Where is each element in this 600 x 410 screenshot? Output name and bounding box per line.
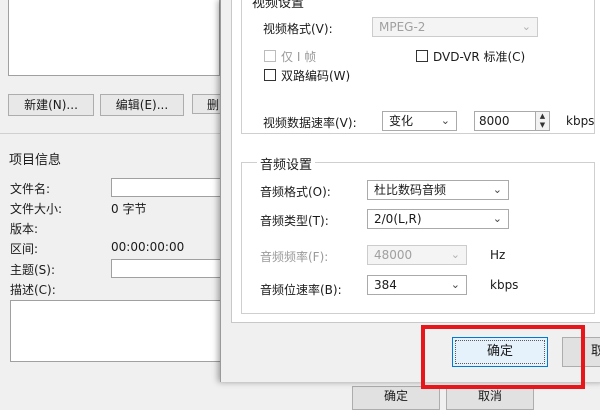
interval-label: 区间: [10, 242, 39, 256]
chevron-down-icon: ⌄ [492, 183, 502, 196]
version-label: 版本: [10, 222, 39, 236]
spin-down-icon[interactable]: ▼ [536, 121, 549, 130]
audio-format-value: 杜比数码音频 [374, 183, 447, 197]
audio-bitrate-select[interactable]: 384 ⌄ [367, 275, 467, 295]
audio-settings-title: 音频设置 [257, 154, 316, 173]
edit-button[interactable]: 编辑(E)... [100, 94, 184, 116]
audio-type-select[interactable]: 2/0(L,R) ⌄ [367, 209, 509, 229]
filesize-label: 文件大小: [10, 202, 63, 216]
video-format-select[interactable]: MPEG-2 ⌄ [372, 17, 538, 37]
video-format-label: 视频格式(V): [263, 22, 333, 36]
dvdvr-label: DVD-VR 标准(C) [433, 50, 526, 64]
video-bitrate-label: 视频数据速率(V): [263, 116, 357, 130]
filesize-value: 0 字节 [111, 202, 147, 216]
chevron-down-icon: ⌄ [450, 278, 460, 291]
chevron-down-icon: ⌄ [450, 248, 460, 261]
filename-field[interactable] [111, 178, 225, 197]
video-bitrate-mode-select[interactable]: 变化 ⌄ [382, 111, 457, 131]
dvdvr-checkbox[interactable] [416, 50, 428, 62]
video-settings-title: 视频设置 [249, 0, 308, 11]
video-bitrate-unit: kbps [566, 114, 595, 128]
subject-label: 主题(S): [10, 263, 56, 277]
dual-pass-label: 双路编码(W) [281, 69, 351, 83]
audio-type-label: 音频类型(T): [260, 214, 329, 228]
audio-type-value: 2/0(L,R) [374, 212, 422, 226]
filename-label: 文件名: [10, 182, 51, 196]
divider [0, 133, 220, 134]
audio-freq-select[interactable]: 48000 ⌄ [367, 245, 467, 265]
project-info-title: 项目信息 [9, 153, 62, 168]
audio-freq-value: 48000 [374, 248, 413, 262]
description-field[interactable] [10, 300, 222, 362]
new-button[interactable]: 新建(N)... [8, 94, 94, 116]
audio-bitrate-unit: kbps [490, 278, 519, 292]
chevron-down-icon: ⌄ [492, 212, 502, 225]
spin-updown-icon[interactable]: ▲ ▼ [536, 111, 550, 131]
video-bitrate-input[interactable]: 8000 [474, 111, 536, 131]
video-bitrate-mode-value: 变化 [389, 114, 414, 128]
chevron-down-icon: ⌄ [440, 114, 450, 127]
dual-pass-checkbox[interactable] [264, 69, 276, 81]
description-label: 描述(C): [10, 283, 56, 297]
spin-up-icon[interactable]: ▲ [536, 112, 549, 121]
audio-bitrate-label: 音频位速率(B): [260, 283, 342, 297]
settings-panel: 视频设置 视频格式(V): MPEG-2 ⌄ 仅 I 帧 DVD-VR 标准(C… [231, 0, 600, 323]
audio-freq-unit: Hz [490, 248, 506, 262]
project-listbox[interactable] [8, 0, 220, 76]
chevron-down-icon: ⌄ [521, 20, 531, 33]
delete-button[interactable]: 删 [192, 94, 222, 114]
audio-format-label: 音频格式(O): [260, 185, 331, 199]
highlight-box [421, 325, 585, 389]
interval-value: 00:00:00:00 [111, 240, 185, 254]
subject-field[interactable] [111, 259, 225, 278]
audio-freq-label: 音频频率(F): [260, 250, 329, 264]
iframe-only-label: 仅 I 帧 [281, 50, 317, 64]
main-cancel-button[interactable]: 取消 [446, 386, 534, 410]
main-ok-button[interactable]: 确定 [352, 386, 440, 410]
audio-format-select[interactable]: 杜比数码音频 ⌄ [367, 180, 509, 200]
video-format-value: MPEG-2 [379, 20, 426, 34]
audio-bitrate-value: 384 [374, 278, 397, 292]
iframe-only-checkbox[interactable] [264, 50, 276, 62]
